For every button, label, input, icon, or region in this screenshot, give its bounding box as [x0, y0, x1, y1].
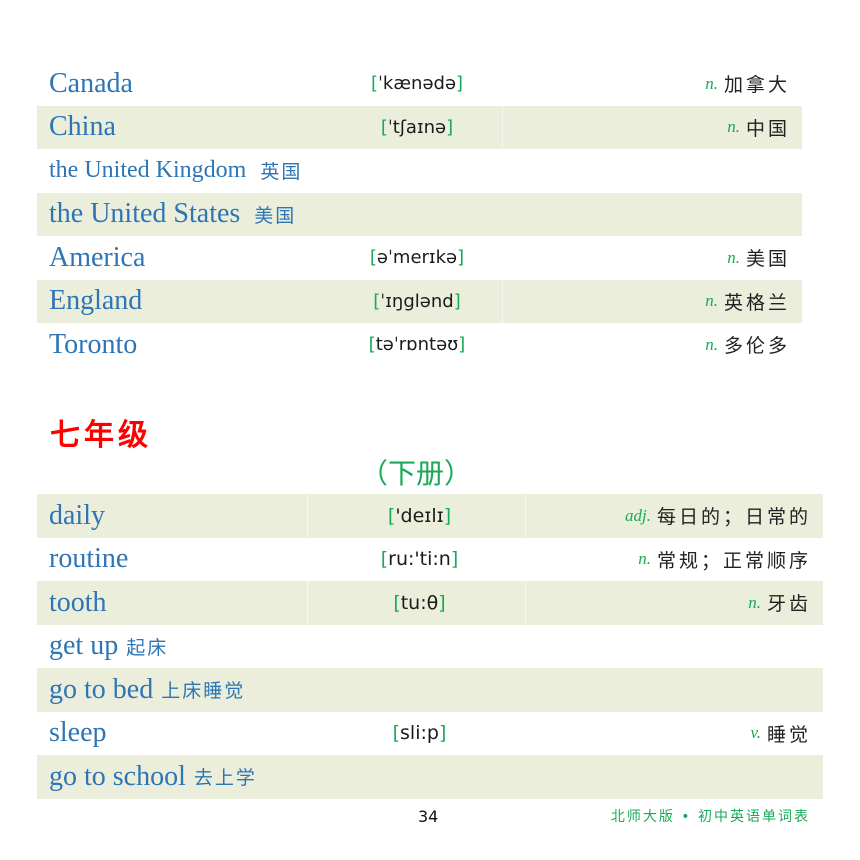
word: the United Kingdom 英国: [49, 149, 302, 193]
word: the United States 美国: [49, 193, 296, 237]
phonetic-text: 'deɪlɪ: [395, 504, 444, 527]
phonetic-text: ˈɪŋglənd: [380, 290, 454, 312]
meaning-text: 加拿大: [723, 74, 790, 97]
part-of-speech: n.: [727, 117, 740, 137]
vocab-row: China [ˈtʃaɪnə] n. 中国: [37, 105, 802, 150]
vocab-row: go to bed 上床睡觉: [37, 668, 823, 712]
word: go to school 去上学: [49, 755, 257, 799]
part-of-speech: v.: [750, 723, 761, 743]
meaning: v. 睡觉: [750, 712, 811, 756]
meaning-text: 中国: [745, 117, 790, 140]
word: sleep: [49, 712, 107, 756]
word: daily: [49, 494, 105, 538]
word-text: routine: [49, 543, 129, 575]
word-text: go to bed: [49, 673, 154, 705]
part-of-speech: n.: [748, 592, 761, 612]
meaning: n. 常规；正常顺序: [638, 538, 811, 582]
inline-meaning: 英国: [260, 161, 303, 184]
vocab-row: go to school 去上学: [37, 755, 823, 799]
word: go to bed 上床睡觉: [49, 668, 245, 712]
vocab-row: America [əˈmerɪkə] n. 美国: [37, 236, 802, 280]
word-text: China: [49, 111, 116, 143]
vocab-row: tooth [tu:θ] n. 牙齿: [37, 581, 823, 625]
meaning: n. 加拿大: [705, 62, 790, 106]
page-number: 34: [418, 807, 439, 826]
phonetic: [sli:p]: [392, 722, 447, 745]
meaning: n. 多伦多: [705, 323, 790, 367]
word-text: the United Kingdom: [49, 157, 247, 184]
meaning: n. 中国: [727, 106, 790, 150]
meaning: n. 英格兰: [705, 280, 790, 324]
phonetic: [təˈrɒntəʊ]: [368, 334, 466, 356]
word: China: [49, 106, 116, 150]
part-of-speech: adj.: [625, 505, 651, 525]
vocab-row: daily ['deɪlɪ] adj. 每日的；日常的: [37, 494, 823, 538]
meaning-text: 美国: [745, 248, 790, 271]
vocab-table-top: Canada [ˈkænədə] n. 加拿大 China [ˈtʃaɪnə] n…: [37, 62, 802, 367]
phonetic: [əˈmerɪkə]: [369, 247, 465, 269]
vocab-row: get up 起床: [37, 625, 823, 669]
phonetic: [ˈɪŋglənd]: [373, 290, 461, 312]
vocab-row: Toronto [təˈrɒntəʊ] n. 多伦多: [37, 323, 802, 367]
meaning-text: 睡觉: [766, 723, 811, 746]
meaning-text: 英格兰: [723, 291, 790, 314]
phonetic-text: əˈmerɪkə: [376, 247, 458, 269]
phonetic: [ˈkænədə]: [370, 73, 464, 95]
meaning-text: 多伦多: [723, 335, 790, 358]
word-text: America: [49, 241, 146, 273]
vocab-row: routine [ru:'ti:n] n. 常规；正常顺序: [37, 538, 823, 582]
vocab-row: sleep [sli:p] v. 睡觉: [37, 712, 823, 756]
word-text: England: [49, 285, 143, 317]
word-text: Toronto: [49, 328, 138, 360]
word: Toronto: [49, 323, 137, 367]
phonetic-text: təˈrɒntəʊ: [375, 334, 459, 356]
part-of-speech: n.: [705, 334, 718, 354]
vocab-row: England [ˈɪŋglənd] n. 英格兰: [37, 279, 802, 324]
phonetic: [tu:θ]: [393, 591, 446, 614]
inline-meaning: 上床睡觉: [161, 680, 246, 703]
part-of-speech: n.: [638, 549, 651, 569]
phonetic-text: ˈtʃaɪnə: [387, 116, 447, 138]
meaning: adj. 每日的；日常的: [625, 494, 811, 538]
word-text: daily: [49, 499, 105, 531]
grade-heading: 七年级: [50, 418, 152, 453]
phonetic-text: tu:θ: [400, 591, 439, 614]
phonetic-text: ru:'ti:n: [388, 548, 451, 571]
word-text: the United States: [49, 198, 241, 230]
vocab-row: Canada [ˈkænədə] n. 加拿大: [37, 62, 802, 106]
phonetic: [ru:'ti:n]: [380, 548, 459, 571]
meaning-text: 每日的；日常的: [656, 506, 811, 529]
word-text: sleep: [49, 717, 107, 749]
inline-meaning: 去上学: [193, 767, 257, 790]
word-text: Canada: [49, 67, 133, 99]
inline-meaning: 美国: [254, 204, 297, 227]
vocab-table-bottom: daily ['deɪlɪ] adj. 每日的；日常的 routine [ru:'…: [37, 494, 823, 799]
word-text: tooth: [49, 586, 107, 618]
word-text: go to school: [49, 760, 186, 792]
meaning-text: 常规；正常顺序: [656, 549, 811, 572]
phonetic: [ˈtʃaɪnə]: [380, 116, 454, 138]
part-of-speech: n.: [727, 247, 740, 267]
word: get up 起床: [49, 625, 168, 669]
meaning: n. 牙齿: [748, 581, 811, 625]
word: England: [49, 280, 142, 324]
word: routine: [49, 538, 128, 582]
volume-heading: （下册）: [360, 457, 473, 490]
phonetic: ['deɪlɪ]: [387, 504, 452, 527]
word: Canada: [49, 62, 133, 106]
word: tooth: [49, 581, 107, 625]
vocab-row: the United Kingdom 英国: [37, 149, 802, 193]
phonetic-text: sli:p: [400, 722, 439, 745]
part-of-speech: n.: [705, 73, 718, 93]
meaning: n. 美国: [727, 236, 790, 280]
phonetic-text: ˈkænədə: [377, 73, 457, 95]
inline-meaning: 起床: [126, 636, 169, 659]
part-of-speech: n.: [705, 291, 718, 311]
book-title-footer: 北师大版 • 初中英语单词表: [610, 809, 810, 825]
meaning-text: 牙齿: [766, 593, 811, 616]
word: America: [49, 236, 145, 280]
vocab-row: the United States 美国: [37, 192, 802, 237]
word-text: get up: [49, 630, 119, 662]
